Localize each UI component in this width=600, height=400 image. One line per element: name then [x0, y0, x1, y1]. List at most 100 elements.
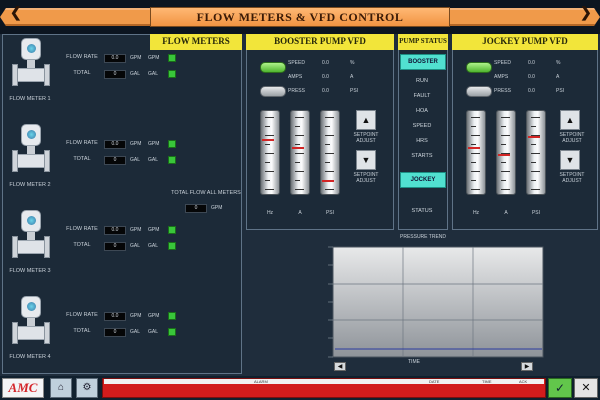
trend-time-label: TIME: [408, 359, 420, 365]
jockey-status-line: STATUS: [411, 208, 433, 214]
home-button[interactable]: ⌂: [50, 378, 72, 398]
flow-rate-label: FLOW RATE: [66, 140, 98, 146]
jockey-row-value: 0.0: [528, 74, 535, 80]
booster-row-value: 0.0: [322, 74, 329, 80]
alarm-header: ALARM: [254, 379, 268, 384]
trend-scroll-right-button[interactable]: ▶: [521, 362, 533, 371]
flow-rate-value: 0.0: [104, 312, 126, 321]
booster-down-button[interactable]: ▼: [356, 150, 376, 170]
flow-meter-icon: [12, 38, 50, 102]
flow-total-label: TOTAL: [73, 156, 91, 162]
jockey-down-button[interactable]: ▼: [560, 150, 580, 170]
flow-total-unit-2: GAL: [148, 157, 159, 163]
settings-button[interactable]: ⚙: [76, 378, 98, 398]
flow-rate-value: 0.0: [104, 140, 126, 149]
booster-gauge-marker: [262, 139, 274, 141]
booster-row-label: AMPS: [288, 74, 303, 80]
booster-status-line: FAULT: [413, 93, 431, 99]
booster-status-line: STARTS: [411, 153, 433, 159]
flow-rate-label: FLOW RATE: [66, 54, 98, 60]
flow-meter-caption: FLOW METER 2: [9, 182, 51, 188]
booster-row-unit: A: [350, 74, 354, 80]
flow-meter-caption: FLOW METER 1: [9, 96, 51, 102]
flow-total-status-indicator: [168, 242, 176, 250]
jockey-gauge-label: PSI: [531, 210, 541, 216]
alarm-col-time: TIME: [482, 379, 492, 384]
jockey-up-button[interactable]: ▲: [560, 110, 580, 130]
booster-header: BOOSTER PUMP VFD: [246, 34, 394, 50]
flow-meter-icon: [12, 296, 50, 360]
booster-start-button[interactable]: [260, 62, 286, 73]
jockey-gauge: [496, 110, 516, 195]
jockey-start-button[interactable]: [466, 62, 492, 73]
flow-total-status-indicator: [168, 156, 176, 164]
booster-up-button[interactable]: ▲: [356, 110, 376, 130]
flow-total-label: TOTAL: [73, 70, 91, 76]
trend-scroll-left-button[interactable]: ◀: [334, 362, 346, 371]
booster-gauge-label: Hz: [266, 210, 274, 216]
flow-total-value: 0: [104, 242, 126, 251]
booster-gauge-marker: [322, 180, 334, 182]
booster-row-value: 0.0: [322, 88, 329, 94]
nav-forward-button[interactable]: [450, 8, 600, 26]
flow-meter-icon: [12, 210, 50, 274]
booster-stop-button[interactable]: [260, 86, 286, 97]
flow-meter-caption: FLOW METER 4: [9, 354, 51, 360]
jockey-gauge-marker: [528, 136, 540, 138]
flow-total-value: 0: [104, 156, 126, 165]
booster-gauge: [290, 110, 310, 195]
flow-rate-unit-2: GPM: [148, 55, 160, 61]
flow-total-label: TOTAL: [73, 242, 91, 248]
jockey-gauge-marker: [498, 154, 510, 156]
booster-row-unit: PSI: [350, 88, 359, 94]
flow-rate-value: 0.0: [104, 54, 126, 63]
close-button[interactable]: ✕: [574, 378, 598, 398]
flow-rate-unit-2: GPM: [148, 141, 160, 147]
flow-total-value: 0: [104, 328, 126, 337]
trend-title: PRESSURE TREND: [400, 234, 447, 240]
booster-row-label: SPEED: [288, 60, 305, 66]
booster-row-value: 0.0: [322, 60, 329, 66]
jockey-stop-button[interactable]: [466, 86, 492, 97]
flow-rate-status-indicator: [168, 226, 176, 234]
arrow-left-icon: ❮: [10, 4, 22, 20]
flow-rate-status-indicator: [168, 312, 176, 320]
flow-rate-unit-2: GPM: [148, 227, 160, 233]
jockey-status-button[interactable]: JOCKEY: [400, 172, 446, 188]
acknowledge-button[interactable]: ✓: [548, 378, 572, 398]
jockey-row-unit: PSI: [556, 88, 565, 94]
flow-total-unit: GAL: [130, 157, 141, 163]
jockey-row-label: AMPS: [494, 74, 509, 80]
booster-status-line: SPEED: [412, 123, 432, 129]
nav-back-button[interactable]: [0, 8, 150, 26]
jockey-gauge: [466, 110, 486, 195]
flow-total-status-indicator: [168, 328, 176, 336]
flow-total-unit-2: GAL: [148, 243, 159, 249]
company-logo: AMC: [2, 378, 44, 398]
flow-rate-status-indicator: [168, 140, 176, 148]
flow-total-unit-2: GAL: [148, 71, 159, 77]
booster-gauge-label: A: [298, 210, 302, 216]
jockey-setpoint-label: SETPOINT ADJUST: [559, 132, 585, 144]
booster-status-button[interactable]: BOOSTER: [400, 54, 446, 70]
jockey-gauge-label: A: [504, 210, 508, 216]
flow-rate-unit: GPM: [130, 141, 142, 147]
flow-total-unit-2: GAL: [148, 329, 159, 335]
flow-rate-status-indicator: [168, 54, 176, 62]
alarm-header-strip: ALARM DATE TIME ACK: [104, 379, 544, 384]
booster-setpoint-label: SETPOINT ADJUST: [353, 132, 379, 144]
jockey-gauge-marker: [468, 147, 480, 149]
booster-row-unit: %: [350, 60, 355, 66]
flow-total-value: 0: [104, 70, 126, 79]
booster-status-line: HOA: [416, 108, 428, 114]
flow-rate-value: 0.0: [104, 226, 126, 235]
booster-gauge-label: PSI: [325, 210, 335, 216]
trend-panel: [300, 232, 560, 372]
jockey-row-label: PRESS: [494, 88, 511, 94]
pump-status-header: PUMP STATUS: [398, 34, 448, 50]
booster-gauge-marker: [292, 147, 304, 149]
flow-rate-unit: GPM: [130, 55, 142, 61]
alarm-col-ack: ACK: [519, 379, 528, 384]
flow-meters-header: FLOW METERS: [150, 34, 242, 50]
jockey-header: JOCKEY PUMP VFD: [452, 34, 598, 50]
